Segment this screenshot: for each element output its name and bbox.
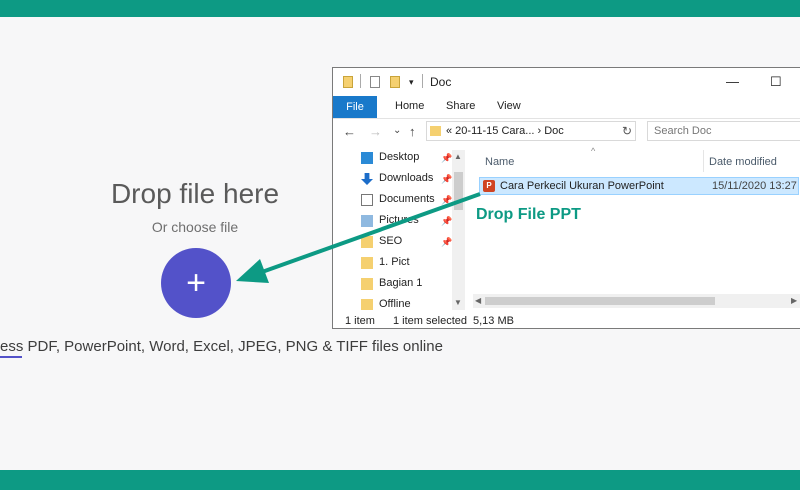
arrow-head-icon: [236, 259, 269, 283]
drag-arrow-annotation: [236, 192, 481, 283]
arrow-shaft: [261, 192, 481, 274]
